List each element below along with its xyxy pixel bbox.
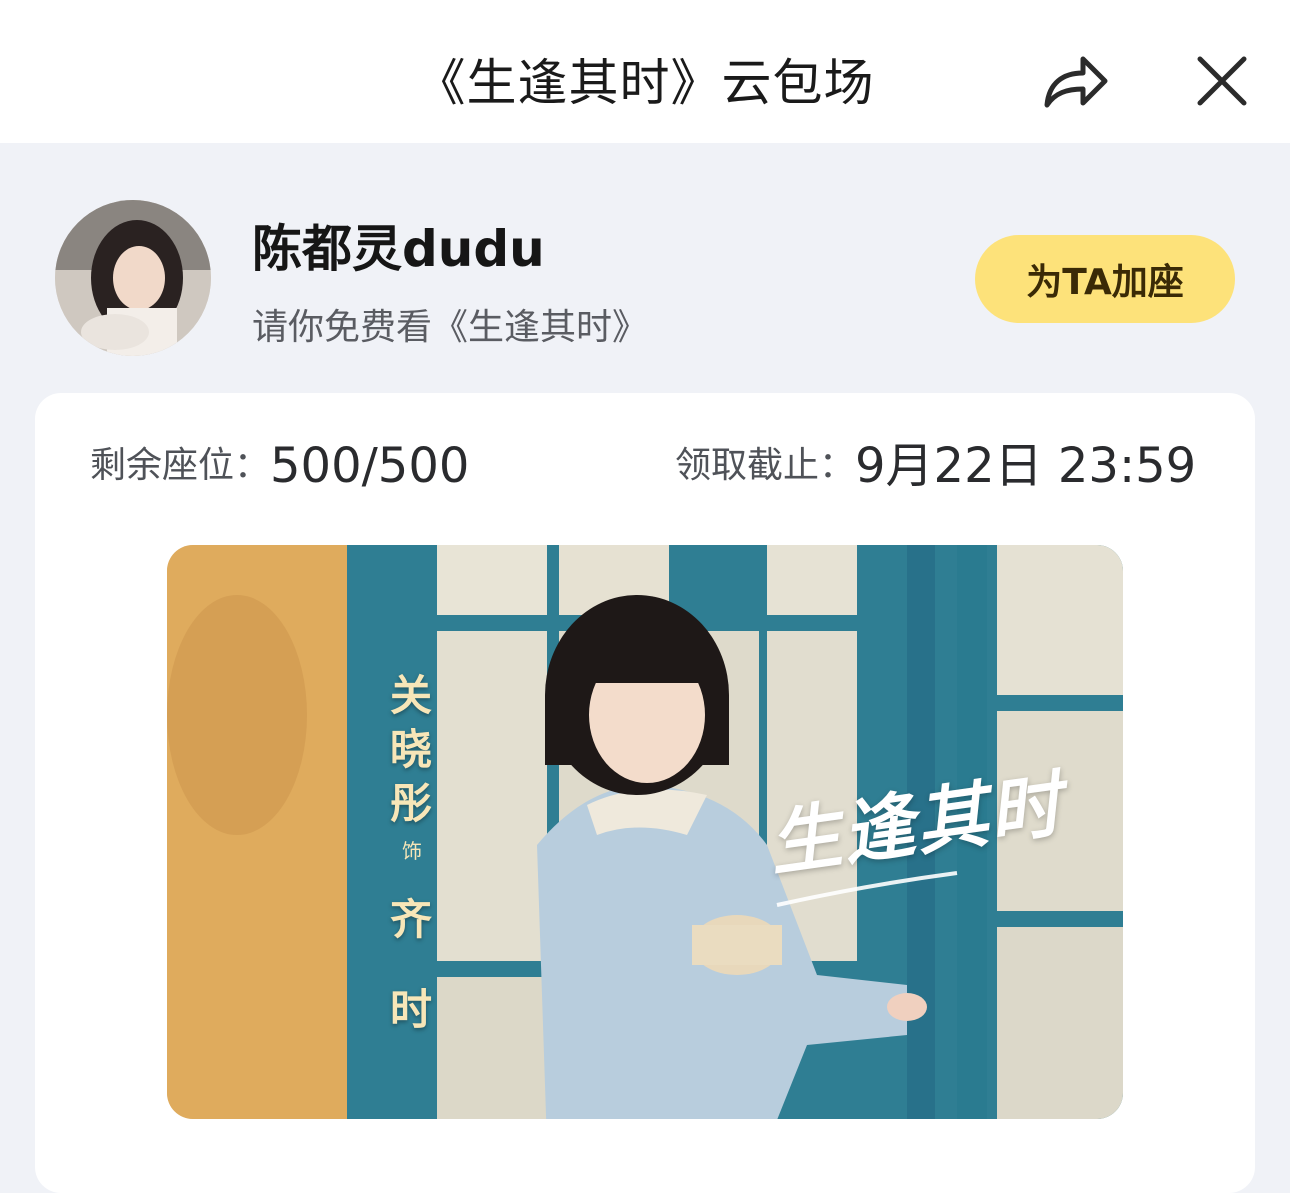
share-arrow-icon xyxy=(1039,45,1111,121)
remaining-seats-label: 剩余座位： xyxy=(90,445,271,486)
claim-deadline: 领取截止：9月22日 23:59 xyxy=(675,435,1196,496)
poster-actor-name: 关晓彤 xyxy=(389,671,432,828)
host-subtitle: 请你免费看《生逢其时》 xyxy=(252,307,649,348)
host-name: 陈都灵dudu xyxy=(252,220,545,278)
host-section: 陈都灵dudu 请你免费看《生逢其时》 为TA加座 xyxy=(0,143,1290,393)
remaining-seats: 剩余座位：500/500 xyxy=(90,435,469,496)
top-bar: 《生逢其时》云包场 xyxy=(0,0,1290,143)
movie-poster[interactable]: 关晓彤 饰 齐时 生逢其时 xyxy=(167,545,1123,1119)
close-button[interactable] xyxy=(1179,40,1265,126)
share-button[interactable] xyxy=(1032,40,1118,126)
remaining-seats-value: 500/500 xyxy=(270,438,470,494)
add-seat-button[interactable]: 为TA加座 xyxy=(975,235,1235,323)
claim-deadline-value: 9月22日 23:59 xyxy=(855,438,1197,494)
poster-role-name: 齐时 xyxy=(389,895,432,1034)
poster-role-prefix: 饰 xyxy=(402,839,422,863)
event-card: 剩余座位：500/500 领取截止：9月22日 23:59 关 晓 彤 饰 齐 … xyxy=(35,393,1255,1193)
close-icon xyxy=(1194,53,1250,113)
avatar[interactable] xyxy=(55,200,211,356)
claim-deadline-label: 领取截止： xyxy=(675,445,856,486)
